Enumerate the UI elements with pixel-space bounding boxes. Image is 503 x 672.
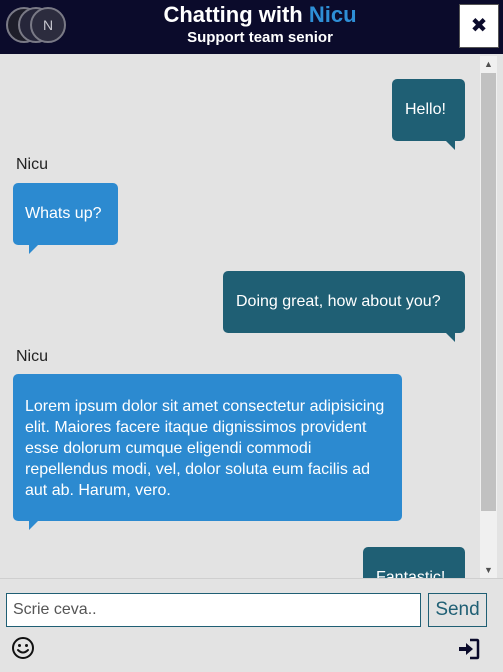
send-button[interactable]: Send xyxy=(428,593,487,627)
message-bubble: Hello! xyxy=(392,79,465,150)
composer: Send xyxy=(0,578,503,672)
sign-in-icon[interactable] xyxy=(457,637,481,661)
message-bubble: Fantastic! xyxy=(363,547,465,578)
chat-header: N Chatting with Nicu Support team senior… xyxy=(0,0,503,54)
smiley-icon[interactable] xyxy=(11,636,35,660)
message-outgoing: Fantastic! xyxy=(363,547,465,578)
chat-subtitle: Support team senior xyxy=(187,29,333,46)
chat-title: Chatting with Nicu xyxy=(110,2,410,28)
message-incoming: Whats up? xyxy=(13,183,118,254)
message-text: Lorem ipsum dolor sit amet consectetur a… xyxy=(25,398,385,499)
message-incoming: Lorem ipsum dolor sit amet consectetur a… xyxy=(13,374,402,530)
close-button[interactable]: ✖ xyxy=(459,4,499,48)
message-scrollbar[interactable]: ▲ ▼ xyxy=(480,56,497,578)
message-outgoing: Hello! xyxy=(392,79,465,150)
avatar: N xyxy=(30,7,66,43)
scroll-down-arrow-icon[interactable]: ▼ xyxy=(480,562,497,578)
contact-name: Nicu xyxy=(308,2,357,27)
message-bubble: Whats up? xyxy=(13,183,118,254)
message-text: Doing great, how about you? xyxy=(236,293,441,310)
message-text: Fantastic! xyxy=(376,569,446,578)
message-sender: Nicu xyxy=(16,156,49,173)
message-list[interactable]: Hello! Nicu Whats up? Doing great, how a… xyxy=(0,56,480,578)
avatar-stack: N xyxy=(6,4,76,48)
message-sender: Nicu xyxy=(16,348,49,365)
scroll-up-arrow-icon[interactable]: ▲ xyxy=(480,56,497,72)
scroll-thumb[interactable] xyxy=(481,73,496,511)
message-outgoing: Doing great, how about you? xyxy=(223,271,465,342)
header-title-block: Chatting with Nicu Support team senior xyxy=(110,0,410,47)
message-bubble: Doing great, how about you? xyxy=(223,271,465,342)
message-input[interactable] xyxy=(6,593,421,627)
message-text: Whats up? xyxy=(25,205,102,222)
title-prefix: Chatting with xyxy=(163,2,309,27)
message-bubble: Lorem ipsum dolor sit amet consectetur a… xyxy=(13,374,402,530)
message-text: Hello! xyxy=(405,101,446,118)
close-icon: ✖ xyxy=(470,15,488,37)
